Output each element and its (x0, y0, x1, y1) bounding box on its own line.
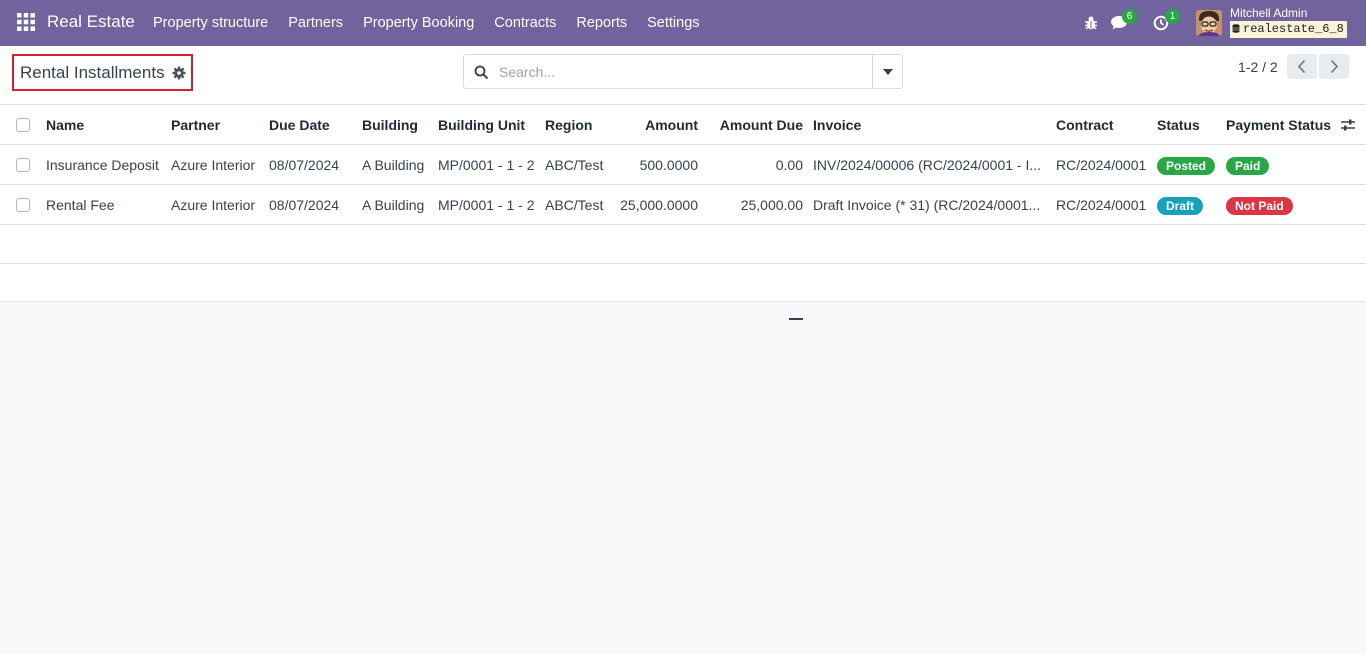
cell-contract: RC/2024/0001 (1056, 197, 1147, 213)
column-header-building-unit[interactable]: Building Unit (438, 105, 538, 145)
search-box (463, 54, 903, 89)
cell-due-date: 08/07/2024 (269, 157, 340, 173)
cell-amount: 25,000.0000 (620, 197, 698, 213)
column-header-status[interactable]: Status (1157, 105, 1222, 145)
control-panel: Rental Installments Search... 1-2 / 2 (0, 46, 1366, 105)
database-icon (1232, 22, 1240, 33)
page-title: Rental Installments (20, 62, 165, 82)
cell-region: ABC/Test (545, 197, 604, 213)
empty-row (0, 264, 1366, 302)
column-header-region[interactable]: Region (545, 105, 615, 145)
cell-region: ABC/Test (545, 157, 604, 173)
cell-amount-due: 0.00 (775, 157, 803, 173)
column-header-amount[interactable]: Amount (615, 105, 698, 145)
menu-property-booking[interactable]: Property Booking (353, 0, 484, 46)
messages-count-badge: 6 (1122, 9, 1137, 24)
column-header-name[interactable]: Name (46, 105, 164, 145)
cell-payment-status: Paid (1226, 145, 1336, 185)
search-options-toggle[interactable] (872, 55, 902, 88)
status-badge: Draft (1157, 197, 1204, 216)
cell-due-date: 08/07/2024 (269, 197, 340, 213)
menu-settings[interactable]: Settings (637, 0, 709, 46)
database-name: realestate_6_8 (1243, 22, 1344, 36)
cell-invoice: INV/2024/00006 (RC/2024/0001 - I... (813, 157, 1042, 173)
search-input[interactable] (499, 60, 869, 84)
status-badge: Posted (1157, 157, 1216, 176)
app-brand[interactable]: Real Estate (47, 12, 135, 32)
clock-icon[interactable]: 1 (1153, 9, 1180, 34)
row-checkbox[interactable] (16, 158, 30, 172)
cell-status: Posted (1157, 145, 1222, 185)
table-row[interactable]: Rental Fee Azure Interior 08/07/2024 A B… (0, 185, 1366, 225)
table-row[interactable]: Insurance Deposit Azure Interior 08/07/2… (0, 145, 1366, 185)
breadcrumb: Rental Installments (12, 54, 193, 91)
cell-contract: RC/2024/0001 (1056, 157, 1147, 173)
cell-name: Insurance Deposit (46, 157, 159, 173)
apps-grid-icon[interactable] (17, 13, 37, 33)
cell-amount-due: 25,000.00 (740, 197, 803, 213)
column-header-amount-due[interactable]: Amount Due (705, 105, 803, 145)
menu-reports[interactable]: Reports (566, 0, 637, 46)
user-name[interactable]: Mitchell Admin (1230, 6, 1307, 20)
pager-next-button[interactable] (1319, 54, 1349, 79)
pager-value[interactable]: 1-2 / 2 (1238, 59, 1278, 75)
select-all-checkbox[interactable] (16, 118, 30, 132)
dash-indicator (789, 318, 803, 320)
caret-down-icon (883, 69, 893, 75)
cell-payment-status: Not Paid (1226, 185, 1336, 225)
column-header-invoice[interactable]: Invoice (813, 105, 1048, 145)
row-checkbox[interactable] (16, 198, 30, 212)
pager-previous-button[interactable] (1287, 54, 1317, 79)
column-header-payment-status[interactable]: Payment Status (1226, 105, 1336, 145)
column-header-contract[interactable]: Contract (1056, 105, 1151, 145)
cell-building-unit: MP/0001 - 1 - 2 (438, 157, 535, 173)
cell-amount: 500.0000 (639, 157, 698, 173)
chevron-left-icon (1297, 59, 1306, 74)
cell-status: Draft (1157, 185, 1222, 225)
cell-building: A Building (362, 197, 425, 213)
bug-icon[interactable] (1083, 12, 1105, 34)
column-header-building[interactable]: Building (362, 105, 432, 145)
payment-status-badge: Not Paid (1226, 197, 1293, 216)
top-navbar: Real Estate Property structure Partners … (0, 0, 1366, 46)
database-badge: realestate_6_8 (1230, 21, 1347, 38)
gear-icon[interactable] (172, 66, 186, 80)
chat-icon[interactable]: 6 (1110, 9, 1137, 34)
cell-name: Rental Fee (46, 197, 115, 213)
search-icon (474, 65, 489, 80)
empty-row (0, 226, 1366, 264)
column-header-due-date[interactable]: Due Date (269, 105, 355, 145)
menu-contracts[interactable]: Contracts (484, 0, 566, 46)
menu-property-structure[interactable]: Property structure (143, 0, 278, 46)
cell-partner: Azure Interior (171, 157, 256, 173)
cell-building: A Building (362, 157, 425, 173)
column-header-partner[interactable]: Partner (171, 105, 261, 145)
payment-status-badge: Paid (1226, 157, 1270, 176)
main-menu: Property structure Partners Property Boo… (143, 0, 710, 46)
optional-columns-sliders-icon[interactable] (1340, 117, 1356, 133)
chevron-right-icon (1330, 59, 1339, 74)
avatar[interactable] (1196, 10, 1222, 36)
cell-partner: Azure Interior (171, 197, 256, 213)
cell-invoice: Draft Invoice (* 31) (RC/2024/0001... (813, 197, 1041, 213)
cell-building-unit: MP/0001 - 1 - 2 (438, 197, 535, 213)
activities-count-badge: 1 (1165, 9, 1180, 24)
table-header-row: Name Partner Due Date Building Building … (0, 105, 1366, 145)
menu-partners[interactable]: Partners (278, 0, 353, 46)
